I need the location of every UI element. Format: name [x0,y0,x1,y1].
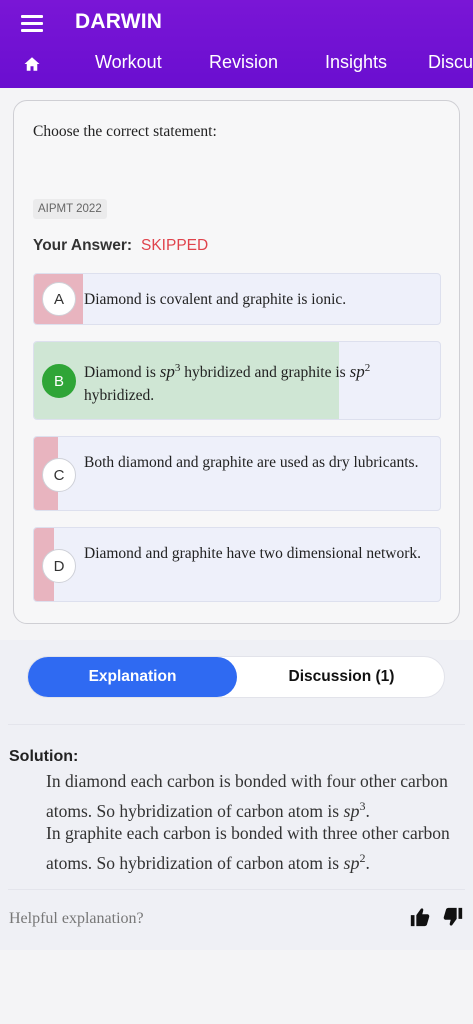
tab-bar: Explanation Discussion (1) [27,656,445,698]
divider [8,889,465,890]
app-title: DARWIN [75,10,163,33]
question-text: Choose the correct statement: [33,123,217,140]
option-c-letter: C [42,458,76,492]
option-d[interactable]: D Diamond and graphite have two dimensio… [33,527,441,602]
app-bar: DARWIN Workout Revision Insights Discu [0,0,473,88]
explanation-section: Explanation Discussion (1) Solution: In … [0,640,473,950]
nav-discussion[interactable]: Discu [428,52,473,73]
tab-discussion[interactable]: Discussion (1) [237,657,446,697]
option-d-letter: D [42,549,76,583]
tab-explanation[interactable]: Explanation [28,657,237,697]
your-answer-value: SKIPPED [141,237,209,254]
option-c[interactable]: C Both diamond and graphite are used as … [33,436,441,511]
home-icon[interactable] [23,55,41,73]
nav-workout[interactable]: Workout [95,52,162,73]
option-c-text: Both diamond and graphite are used as dr… [84,454,419,471]
solution-paragraph-1: In diamond each carbon is bonded with fo… [46,771,448,821]
top-nav: Workout Revision Insights Discu [0,52,473,78]
option-d-text: Diamond and graphite have two dimensiona… [84,545,422,562]
solution-label: Solution: [9,748,79,765]
option-a[interactable]: A Diamond is covalent and graphite is io… [33,273,441,325]
divider [8,724,465,725]
nav-insights[interactable]: Insights [325,52,387,73]
solution-paragraph-2: In graphite each carbon is bonded with t… [46,823,450,873]
thumbs-up-icon[interactable] [409,906,431,928]
option-b[interactable]: B Diamond is sp3 hybridized and graphite… [33,341,441,420]
your-answer-label: Your Answer: [33,237,133,254]
menu-icon[interactable] [21,15,43,32]
question-card: Choose the correct statement: AIPMT 2022… [13,100,460,624]
option-b-text: Diamond is sp3 hybridized and graphite i… [84,362,371,405]
option-b-letter: B [42,364,76,398]
option-a-text: Diamond is covalent and graphite is ioni… [84,291,347,308]
option-a-letter: A [42,282,76,316]
helpful-prompt: Helpful explanation? [9,910,144,927]
thumbs-down-icon[interactable] [442,906,464,928]
nav-revision[interactable]: Revision [209,52,278,73]
exam-tag: AIPMT 2022 [33,199,107,219]
